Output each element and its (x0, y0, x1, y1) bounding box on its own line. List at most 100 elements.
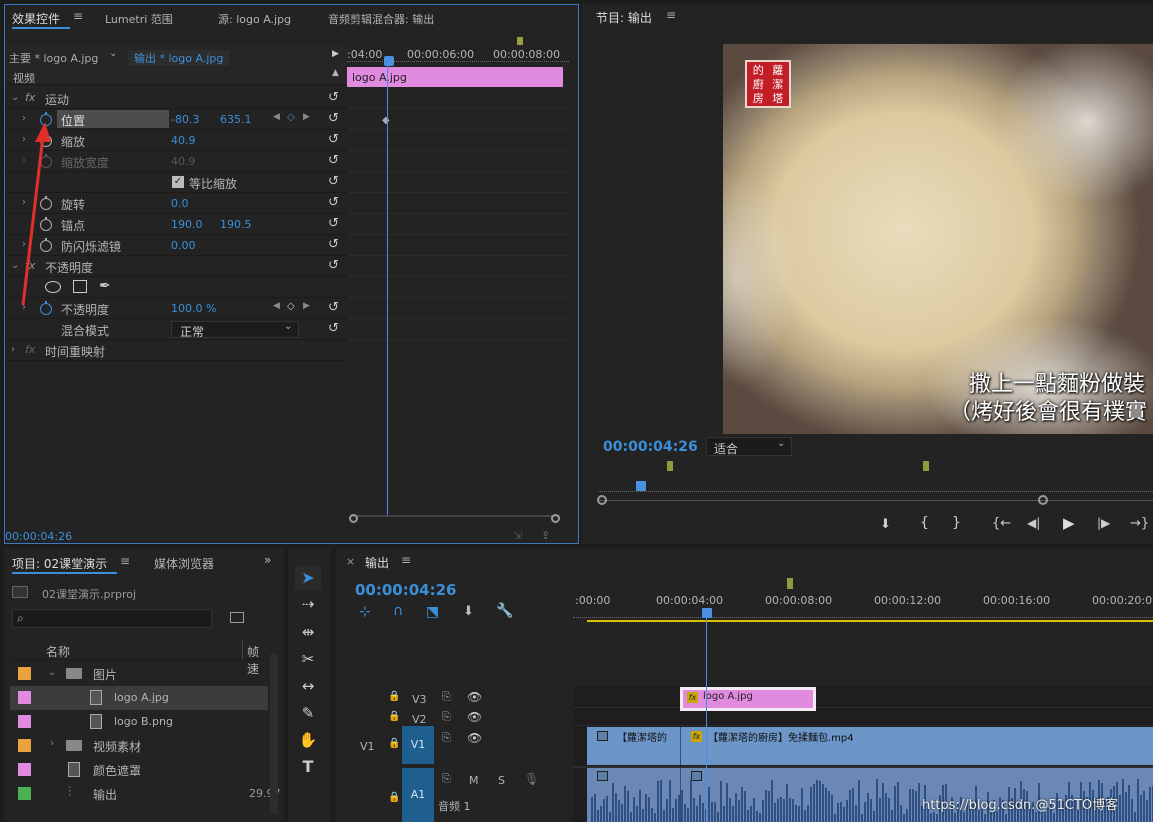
add-marker-icon[interactable]: ⬇ (880, 517, 891, 532)
project-item-logo-b[interactable]: logo B.png (10, 710, 268, 734)
timeline-ruler[interactable]: :00:00 00:00:04:00 00:00:08:00 00:00:12:… (573, 578, 1153, 624)
add-keyframe-icon[interactable]: ◇ (287, 301, 295, 312)
play-icon[interactable]: ▶ (1063, 514, 1075, 532)
reset-icon[interactable]: ↺ (328, 154, 342, 168)
position-x-value[interactable]: -80.3 (171, 113, 199, 126)
microphone-icon[interactable]: 🎙 (524, 772, 539, 786)
fit-dropdown[interactable]: 适合 ⌄ (706, 437, 792, 456)
program-monitor-title[interactable]: 节目: 输出 (596, 9, 652, 26)
zoom-handle-right[interactable] (1038, 495, 1048, 505)
nest-icon[interactable]: ⊹ (359, 604, 371, 620)
audio-clip-mixer-tab[interactable]: 音频剪辑混合器: 输出 (328, 11, 434, 27)
anchor-x-value[interactable]: 190.0 (171, 218, 203, 231)
program-timecode[interactable]: 00:00:04:26 (603, 439, 698, 455)
reset-icon[interactable]: ↺ (328, 91, 342, 105)
go-to-in-icon[interactable]: {← (992, 516, 1011, 531)
keyframe-scrollbar[interactable] (350, 515, 560, 523)
project-item-color-matte[interactable]: 颜色遮罩 (10, 758, 268, 782)
timeline-timecode[interactable]: 00:00:04:26 (355, 581, 457, 599)
lock-icon[interactable]: 🔒 (388, 691, 400, 707)
chevron-down-icon[interactable]: ⌄ (11, 92, 19, 103)
hand-tool-icon[interactable]: ✋ (295, 728, 321, 752)
sync-lock-icon[interactable]: ⎘ (442, 772, 451, 788)
anchor-y-value[interactable]: 190.5 (220, 218, 252, 231)
menu-icon[interactable]: ≡ (73, 9, 83, 23)
chevron-down-icon[interactable]: ⌄ (48, 667, 56, 678)
chevron-down-icon[interactable]: ⌄ (109, 48, 117, 59)
reset-icon[interactable]: ↺ (328, 133, 342, 147)
next-keyframe-icon[interactable]: ▶ (303, 301, 310, 311)
logo-clip-v3[interactable]: fx logo A.jpg (680, 687, 816, 711)
playhead-handle[interactable] (384, 56, 394, 66)
chevron-right-icon[interactable]: › (50, 738, 54, 749)
ripple-edit-tool-icon[interactable]: ⇹ (295, 620, 321, 644)
reset-icon[interactable]: ↺ (328, 196, 342, 210)
next-keyframe-icon[interactable]: ▶ (303, 112, 310, 122)
search-input[interactable]: ⌕ (12, 609, 212, 628)
blend-mode-dropdown[interactable]: 正常 ⌄ (171, 321, 299, 339)
reset-icon[interactable]: ↺ (328, 259, 342, 273)
media-browser-tab[interactable]: 媒体浏览器 (154, 555, 214, 572)
scroll-handle-left[interactable] (349, 514, 358, 523)
linked-selection-icon[interactable]: ⬔ (426, 604, 439, 620)
mark-in-icon[interactable]: { (920, 515, 929, 531)
effect-controls-tab[interactable]: 效果控件 (12, 10, 60, 27)
project-tab[interactable]: 项目: 02课堂演示 (12, 555, 107, 572)
play-only-audio-icon[interactable]: ▶ (332, 49, 339, 59)
prev-keyframe-icon[interactable]: ◀ (273, 112, 280, 122)
menu-icon[interactable]: ≡ (666, 8, 676, 22)
sync-lock-icon[interactable]: ⎘ (442, 690, 451, 706)
timeline-playhead-handle[interactable] (702, 608, 712, 618)
razor-tool-icon[interactable]: ✂ (295, 647, 321, 671)
project-item-images[interactable]: ⌄ 图片 (10, 662, 268, 686)
reset-icon[interactable]: ↺ (328, 322, 342, 336)
eye-icon[interactable]: 👁 (467, 690, 482, 706)
mini-timeline[interactable]: :04:00 00:00:06:00 00:00:08:00 (347, 37, 569, 67)
mute-button[interactable]: M (469, 774, 479, 787)
antiflicker-value[interactable]: 0.00 (171, 239, 196, 252)
project-item-logo-a[interactable]: logo A.jpg (10, 686, 268, 710)
track-target-a1[interactable]: A1 (402, 768, 434, 822)
rectangle-mask-icon[interactable] (73, 280, 87, 293)
overflow-icon[interactable]: » (264, 553, 271, 567)
selection-tool-icon[interactable]: ➤ (295, 566, 321, 590)
reset-icon[interactable]: ↺ (328, 238, 342, 252)
step-forward-icon[interactable]: |▶ (1097, 516, 1110, 530)
project-item-video-assets[interactable]: › 视频素材 (10, 734, 268, 758)
sync-lock-icon[interactable]: ⎘ (442, 710, 451, 726)
scroll-handle-right[interactable] (551, 514, 560, 523)
sequence-clip-label[interactable]: 输出 * logo A.jpg (128, 50, 230, 66)
project-scrollbar[interactable] (270, 654, 278, 814)
menu-icon[interactable]: ≡ (401, 553, 411, 567)
lock-icon[interactable]: 🔒 (388, 738, 400, 754)
track-select-tool-icon[interactable]: ⇢ (295, 592, 321, 616)
type-tool-icon[interactable]: T (295, 755, 321, 779)
reset-icon[interactable]: ↺ (328, 112, 342, 126)
filter-icon[interactable]: ⇲ (513, 529, 522, 542)
program-playhead[interactable] (636, 481, 646, 491)
reset-icon[interactable]: ↺ (328, 301, 342, 315)
zoom-handle-left[interactable] (597, 495, 607, 505)
uniform-scale-checkbox[interactable]: ✓ (172, 176, 184, 188)
collapse-up-icon[interactable]: ▲ (332, 68, 339, 78)
eye-icon[interactable]: 👁 (467, 710, 482, 726)
sync-lock-icon[interactable]: ⎘ (442, 731, 451, 747)
mark-out-icon[interactable]: } (952, 515, 961, 531)
reset-icon[interactable]: ↺ (328, 175, 342, 189)
lock-icon[interactable]: 🔒 (388, 792, 400, 808)
opacity-value[interactable]: 100.0 % (171, 302, 216, 315)
effect-controls-timecode[interactable]: 00:00:04:26 (5, 530, 72, 543)
pen-tool-icon[interactable]: ✎ (295, 701, 321, 725)
pen-mask-icon[interactable]: ✒ (99, 278, 111, 294)
close-icon[interactable]: × (346, 555, 355, 568)
step-back-icon[interactable]: ◀| (1027, 516, 1040, 530)
track-target-v1[interactable]: V1 (402, 726, 434, 764)
position-y-value[interactable]: 635.1 (220, 113, 252, 126)
reset-icon[interactable]: ↺ (328, 217, 342, 231)
eye-icon[interactable]: 👁 (467, 731, 482, 747)
master-clip-label[interactable]: 主要 * logo A.jpg (9, 50, 98, 66)
menu-icon[interactable]: ≡ (120, 554, 130, 568)
lumetri-scopes-tab[interactable]: Lumetri 范围 (105, 11, 173, 27)
project-item-sequence[interactable]: ⫶ 输出 29.97 (10, 782, 281, 806)
prev-keyframe-icon[interactable]: ◀ (273, 301, 280, 311)
